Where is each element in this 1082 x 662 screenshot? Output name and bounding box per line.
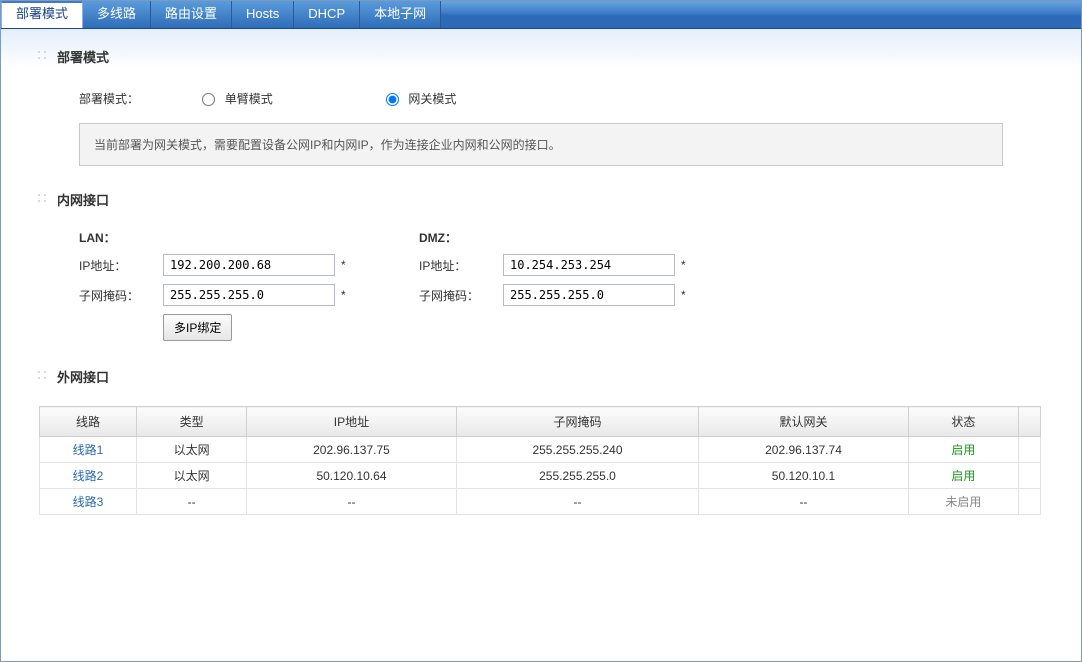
lan-ip-label: IP地址： xyxy=(79,257,163,274)
wan-header-row: 线路 类型 IP地址 子网掩码 默认网关 状态 xyxy=(40,407,1041,437)
lan-mask-row: 子网掩码： * xyxy=(79,284,419,306)
tab-deploy[interactable]: 部署模式 xyxy=(1,1,83,28)
wan-gw-cell: -- xyxy=(699,489,909,515)
content-pane: 部署模式 部署模式： 单臂模式 网关模式 当前部署为网关模式，需要配置设备公网I… xyxy=(1,29,1081,515)
required-mark: * xyxy=(681,288,686,302)
radio-single-arm-input[interactable] xyxy=(202,93,215,106)
wan-col-line[interactable]: 线路 xyxy=(40,407,137,437)
wan-type-cell: -- xyxy=(137,489,247,515)
section-title-lan: 内网接口 xyxy=(1,172,1081,221)
required-mark: * xyxy=(341,258,346,272)
wan-ip-cell: -- xyxy=(247,489,457,515)
dmz-ip-input[interactable] xyxy=(503,254,675,276)
dmz-ip-row: IP地址： * xyxy=(419,254,759,276)
multi-ip-button[interactable]: 多IP绑定 xyxy=(163,314,232,341)
mode-info-box: 当前部署为网关模式，需要配置设备公网IP和内网IP，作为连接企业内网和公网的接口… xyxy=(79,123,1003,166)
table-row[interactable]: 线路1 以太网202.96.137.75255.255.255.240202.96… xyxy=(40,437,1041,463)
radio-gateway[interactable]: 网关模式 xyxy=(386,90,456,107)
wan-gw-cell: 202.96.137.74 xyxy=(699,437,909,463)
tab-dhcp[interactable]: DHCP xyxy=(294,1,360,28)
tab-hosts[interactable]: Hosts xyxy=(232,1,294,28)
wan-col-mask[interactable]: 子网掩码 xyxy=(456,407,698,437)
wan-mask-cell: -- xyxy=(456,489,698,515)
wan-mask-cell: 255.255.255.0 xyxy=(456,463,698,489)
radio-gateway-label: 网关模式 xyxy=(408,92,456,106)
dmz-mask-label: 子网掩码： xyxy=(419,287,503,304)
lan-mask-label: 子网掩码： xyxy=(79,287,163,304)
wan-line-link[interactable]: 线路1 xyxy=(73,443,104,457)
wan-table: 线路 类型 IP地址 子网掩码 默认网关 状态 线路1以太网202.96.137… xyxy=(39,406,1041,515)
tab-bar: 部署模式 多线路 路由设置 Hosts DHCP 本地子网 xyxy=(1,1,1081,29)
lan-column: LAN： IP地址： * 子网掩码： * 多IP绑定 xyxy=(79,229,419,349)
table-row[interactable]: 线路2 以太网50.120.10.64255.255.255.050.120.10… xyxy=(40,463,1041,489)
wan-type-cell: 以太网 xyxy=(137,437,247,463)
radio-gateway-input[interactable] xyxy=(386,93,399,106)
wan-col-type[interactable]: 类型 xyxy=(137,407,247,437)
wan-status-cell: 启用 xyxy=(908,437,1018,463)
wan-mask-cell: 255.255.255.240 xyxy=(456,437,698,463)
radio-single-arm-label: 单臂模式 xyxy=(225,92,273,106)
lan-ip-input[interactable] xyxy=(163,254,335,276)
wan-type-cell: 以太网 xyxy=(137,463,247,489)
deploy-mode-row: 部署模式： 单臂模式 网关模式 xyxy=(1,78,1081,123)
wan-status-cell: 未启用 xyxy=(908,489,1018,515)
wan-extra-cell xyxy=(1019,489,1041,515)
lan-ip-row: IP地址： * xyxy=(79,254,419,276)
dmz-ip-label: IP地址： xyxy=(419,257,503,274)
table-row[interactable]: 线路3--------未启用 xyxy=(40,489,1041,515)
tab-multiline[interactable]: 多线路 xyxy=(83,1,151,28)
dmz-mask-input[interactable] xyxy=(503,284,675,306)
wan-col-status[interactable]: 状态 xyxy=(908,407,1018,437)
dmz-header: DMZ： xyxy=(419,229,759,246)
wan-status-cell: 启用 xyxy=(908,463,1018,489)
wan-ip-cell: 202.96.137.75 xyxy=(247,437,457,463)
wan-ip-cell: 50.120.10.64 xyxy=(247,463,457,489)
tab-route[interactable]: 路由设置 xyxy=(151,1,232,28)
wan-line-link[interactable]: 线路2 xyxy=(73,469,104,483)
wan-gw-cell: 50.120.10.1 xyxy=(699,463,909,489)
app-window: 部署模式 多线路 路由设置 Hosts DHCP 本地子网 部署模式 部署模式：… xyxy=(0,0,1082,662)
radio-single-arm[interactable]: 单臂模式 xyxy=(202,90,272,107)
required-mark: * xyxy=(681,258,686,272)
wan-col-extra xyxy=(1019,407,1041,437)
multi-ip-row: 多IP绑定 xyxy=(163,314,419,341)
dmz-column: DMZ： IP地址： * 子网掩码： * xyxy=(419,229,759,349)
dmz-mask-row: 子网掩码： * xyxy=(419,284,759,306)
wan-extra-cell xyxy=(1019,437,1041,463)
tab-localsubnet[interactable]: 本地子网 xyxy=(360,1,441,28)
wan-extra-cell xyxy=(1019,463,1041,489)
lan-mask-input[interactable] xyxy=(163,284,335,306)
lan-interface-wrap: LAN： IP地址： * 子网掩码： * 多IP绑定 DMZ： xyxy=(1,221,1081,349)
wan-col-ip[interactable]: IP地址 xyxy=(247,407,457,437)
lan-header: LAN： xyxy=(79,229,419,246)
wan-col-gw[interactable]: 默认网关 xyxy=(699,407,909,437)
required-mark: * xyxy=(341,288,346,302)
wan-line-link[interactable]: 线路3 xyxy=(73,495,104,509)
section-title-wan: 外网接口 xyxy=(1,349,1081,398)
deploy-mode-label: 部署模式： xyxy=(79,90,199,107)
section-title-deploy: 部署模式 xyxy=(1,29,1081,78)
